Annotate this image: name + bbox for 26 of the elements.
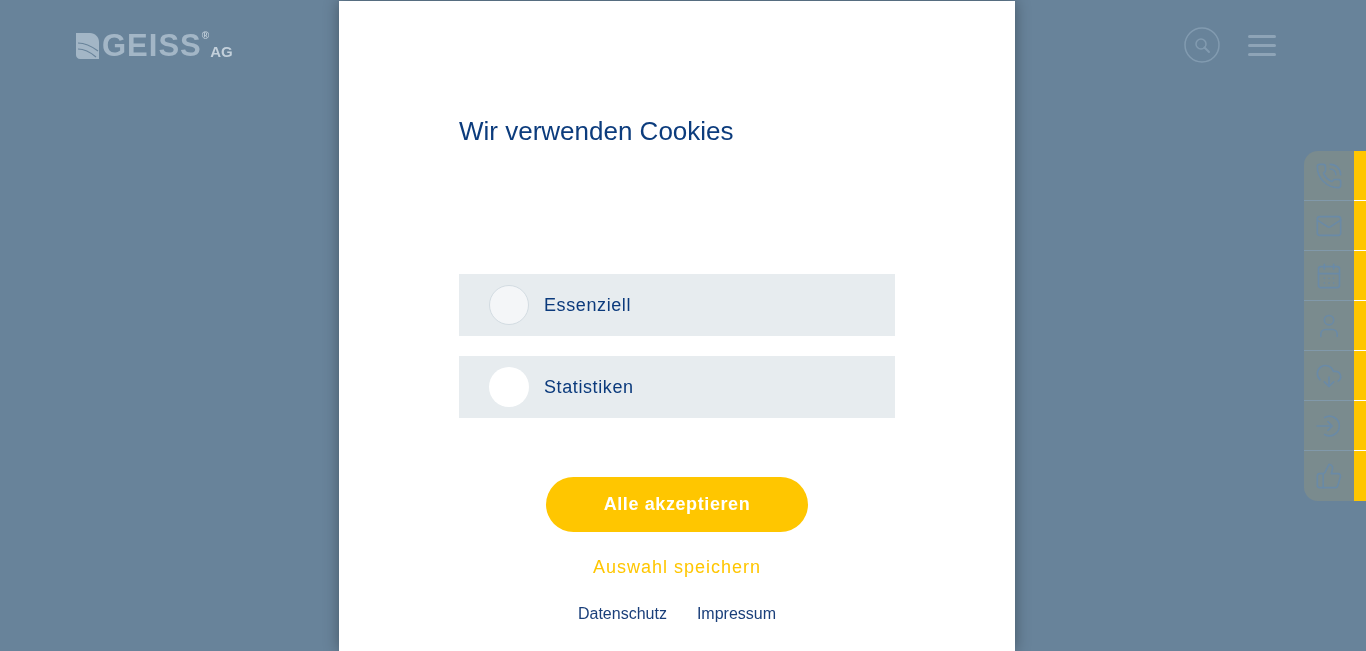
search-icon (1184, 27, 1220, 63)
option-label: Essenziell (544, 294, 632, 316)
arrow-into-circle-icon (1316, 413, 1342, 439)
phone-icon (1315, 162, 1343, 190)
logo-wordmark: GEISS (102, 29, 202, 61)
menu-button[interactable] (1248, 34, 1276, 56)
side-toolbar-button[interactable] (1304, 201, 1366, 251)
menu-icon (1248, 34, 1276, 56)
side-toolbar-button[interactable] (1304, 301, 1366, 351)
option-label: Statistiken (544, 376, 634, 398)
dialog-title: Wir verwenden Cookies (459, 115, 734, 147)
cloud-download-icon (1315, 362, 1343, 390)
logo-suffix: AG (210, 43, 233, 59)
footer-link[interactable]: Datenschutz (577, 604, 667, 624)
registered-mark: ® (201, 30, 210, 41)
side-toolbar-button[interactable] (1304, 451, 1366, 501)
side-toolbar-button[interactable] (1304, 401, 1366, 451)
footer-link[interactable]: Impressum (696, 604, 777, 624)
checkbox[interactable] (489, 367, 529, 407)
calendar-icon (1315, 262, 1343, 290)
search-button[interactable] (1184, 27, 1220, 63)
thumbs-up-icon (1315, 462, 1343, 490)
side-toolbar-button[interactable] (1304, 251, 1366, 301)
side-toolbar-button[interactable] (1304, 151, 1366, 201)
logo-emblem-icon (74, 30, 100, 61)
side-toolbar-button[interactable] (1304, 351, 1366, 401)
